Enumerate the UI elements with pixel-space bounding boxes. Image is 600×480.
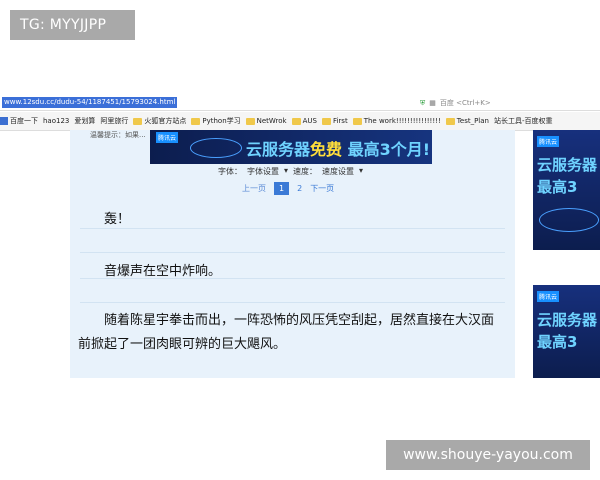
divider <box>80 228 505 229</box>
ad-text: 云服务器 <box>537 311 598 329</box>
banner-logo: 腾讯云 <box>156 132 179 143</box>
page-1-link[interactable]: 1 <box>274 182 290 195</box>
paragraph-3-continued: 前掀起了一团肉眼可辨的巨大飓风。 <box>78 337 287 352</box>
grid-icon[interactable]: ▦ <box>429 99 436 107</box>
bookmark-folder[interactable]: 火狐官方站点 <box>133 116 186 126</box>
ad-text: 最高3 <box>537 333 578 351</box>
ad-logo: 腾讯云 <box>537 291 560 302</box>
folder-icon <box>133 117 143 125</box>
prev-page-link[interactable]: 上一页 <box>242 183 266 194</box>
bookmark-item[interactable]: 站长工具-百度权重 <box>494 116 553 126</box>
paragraph-1: 轰！ <box>104 212 131 227</box>
bookmark-folder[interactable]: Test_Plan <box>445 117 489 125</box>
ad-logo: 腾讯云 <box>537 136 560 147</box>
paragraph-2: 音爆声在空中炸响。 <box>104 264 222 279</box>
divider <box>80 302 505 303</box>
reader-settings: 字体： 字体设置 ▾ 速度： 速度设置 ▾ <box>218 166 363 177</box>
bookmark-icon <box>0 117 8 125</box>
folder-icon <box>245 117 255 125</box>
bookmark-item[interactable]: hao123 <box>43 117 69 125</box>
dropdown-icon: ▾ <box>359 166 364 175</box>
bookmark-item[interactable]: 爱划算 <box>74 116 95 126</box>
bookmark-folder[interactable]: NetWrok <box>245 117 287 125</box>
speed-label: 速度： <box>293 167 318 176</box>
folder-icon <box>352 117 362 125</box>
bookmark-item[interactable]: 百度一下 <box>0 116 38 126</box>
shield-icon[interactable]: ⛨ <box>420 99 425 108</box>
font-label: 字体： <box>218 167 242 176</box>
folder-icon <box>291 117 301 125</box>
top-ad-banner[interactable]: 腾讯云 云服务器免费 最高3个月! <box>150 130 432 164</box>
bookmark-item[interactable]: 阿里旅行 <box>100 116 128 126</box>
next-page-link[interactable]: 下一页 <box>310 183 334 194</box>
url-text[interactable]: www.12sdu.cc/dudu-54/1187451/15793024.ht… <box>2 97 178 108</box>
search-input[interactable]: 百度 <Ctrl+K> <box>440 98 491 108</box>
side-ad-banner[interactable]: 腾讯云 云服务器 最高3 <box>533 285 600 378</box>
dropdown-icon: ▾ <box>284 166 289 175</box>
bookmarks-bar: 百度一下 hao123 爱划算 阿里旅行 火狐官方站点 Python学习 Net… <box>0 112 600 131</box>
paragraph-3: 随着陈星宇拳击而出，一阵恐怖的风压凭空刮起，居然直接在大汉面 <box>104 313 495 328</box>
divider <box>80 252 505 253</box>
bookmark-folder[interactable]: Python学习 <box>191 116 241 126</box>
bookmark-folder[interactable]: First <box>321 117 348 125</box>
font-select[interactable]: 字体设置 <box>247 166 279 177</box>
folder-icon <box>321 117 331 125</box>
bookmark-folder[interactable]: AUS <box>291 117 317 125</box>
address-bar-tools: ⛨ ▦ 百度 <Ctrl+K> <box>420 96 491 110</box>
ad-text: 云服务器 <box>537 156 598 174</box>
folder-icon <box>445 117 455 125</box>
speed-select[interactable]: 速度设置 <box>322 166 354 177</box>
tg-badge: TG: MYYJJPP <box>10 10 135 40</box>
banner-text: 云服务器免费 最高3个月! <box>246 140 431 159</box>
side-ad-banner[interactable]: 腾讯云 云服务器 最高3 <box>533 130 600 250</box>
address-bar[interactable]: www.12sdu.cc/dudu-54/1187451/15793024.ht… <box>0 96 600 111</box>
ad-text: 最高3 <box>537 178 578 196</box>
bookmark-folder[interactable]: The work!!!!!!!!!!!!!!!! <box>352 117 441 125</box>
chip-graphic <box>190 138 242 158</box>
chip-graphic <box>539 208 599 232</box>
folder-icon <box>191 117 201 125</box>
page-2-link[interactable]: 2 <box>297 184 302 193</box>
watermark: www.shouye-yayou.com <box>386 440 590 470</box>
pager: 上一页 1 2 下一页 <box>242 182 334 195</box>
divider <box>80 278 505 279</box>
